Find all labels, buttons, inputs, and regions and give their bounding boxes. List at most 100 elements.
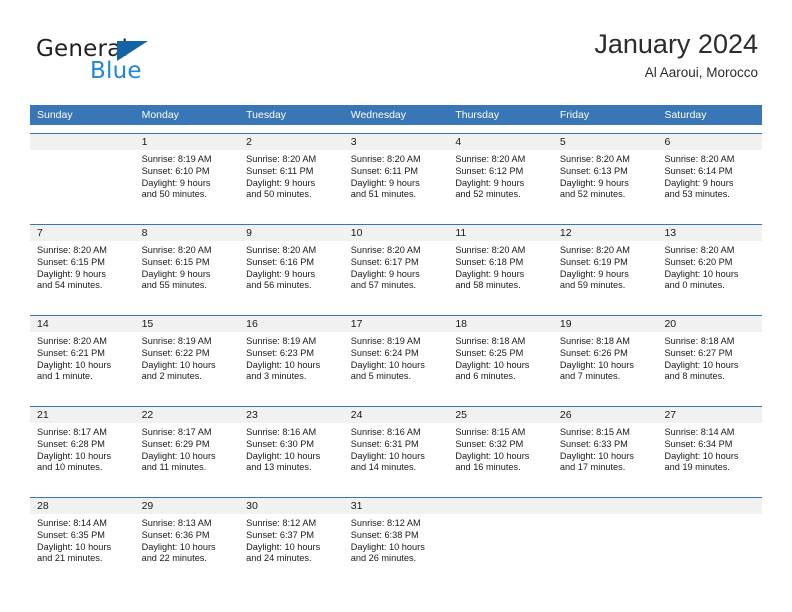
day-cell[interactable]: [448, 514, 553, 580]
daylight-text-line2: and 56 minutes.: [246, 280, 312, 291]
day-number[interactable]: 14: [30, 316, 135, 332]
day-number[interactable]: 27: [657, 407, 762, 423]
sunset-text: Sunset: 6:21 PM: [37, 347, 105, 358]
sunset-text: Sunset: 6:23 PM: [246, 347, 315, 358]
daylight-text-line1: Daylight: 9 hours: [559, 268, 629, 279]
day-cell[interactable]: Sunrise: 8:19 AM Sunset: 6:23 PM Dayligh…: [239, 332, 344, 398]
day-number[interactable]: 2: [239, 134, 344, 150]
day-cell[interactable]: Sunrise: 8:18 AM Sunset: 6:25 PM Dayligh…: [448, 332, 553, 398]
sunset-text: Sunset: 6:15 PM: [141, 256, 210, 267]
sunrise-text: Sunrise: 8:19 AM: [141, 154, 212, 164]
day-cell[interactable]: Sunrise: 8:20 AM Sunset: 6:14 PM Dayligh…: [657, 150, 762, 216]
daylight-text-line1: Daylight: 9 hours: [455, 268, 525, 279]
day-cell[interactable]: Sunrise: 8:19 AM Sunset: 6:22 PM Dayligh…: [135, 332, 240, 398]
day-number[interactable]: 4: [448, 134, 553, 150]
day-number[interactable]: 26: [553, 407, 658, 423]
page-title: January 2024: [594, 29, 758, 59]
day-number[interactable]: 16: [239, 316, 344, 332]
day-cell[interactable]: Sunrise: 8:14 AM Sunset: 6:35 PM Dayligh…: [30, 514, 135, 580]
day-number[interactable]: 19: [553, 316, 658, 332]
day-number[interactable]: 20: [657, 316, 762, 332]
day-cell[interactable]: Sunrise: 8:18 AM Sunset: 6:26 PM Dayligh…: [553, 332, 658, 398]
day-cell[interactable]: [30, 150, 135, 216]
day-number[interactable]: [657, 498, 762, 514]
day-number[interactable]: 15: [135, 316, 240, 332]
day-number[interactable]: 23: [239, 407, 344, 423]
day-cell[interactable]: Sunrise: 8:20 AM Sunset: 6:15 PM Dayligh…: [30, 241, 135, 307]
day-number[interactable]: [553, 498, 658, 514]
day-cell[interactable]: Sunrise: 8:20 AM Sunset: 6:11 PM Dayligh…: [239, 150, 344, 216]
sunrise-text: Sunrise: 8:19 AM: [350, 336, 421, 346]
daylight-text-line2: and 7 minutes.: [559, 371, 621, 382]
day-number[interactable]: 22: [135, 407, 240, 423]
sunset-text: Sunset: 6:35 PM: [37, 529, 105, 540]
daylight-text-line2: and 5 minutes.: [350, 371, 412, 382]
day-cell[interactable]: Sunrise: 8:20 AM Sunset: 6:12 PM Dayligh…: [448, 150, 553, 216]
day-number[interactable]: 10: [344, 225, 449, 241]
day-cell[interactable]: [657, 514, 762, 580]
day-cell[interactable]: Sunrise: 8:19 AM Sunset: 6:10 PM Dayligh…: [135, 150, 240, 216]
day-number[interactable]: 29: [135, 498, 240, 514]
daylight-text-line1: Daylight: 9 hours: [141, 268, 211, 279]
general-blue-logo[interactable]: General Blue: [36, 36, 256, 92]
daylight-text-line2: and 50 minutes.: [246, 189, 312, 200]
day-number[interactable]: [448, 498, 553, 514]
day-number[interactable]: 31: [344, 498, 449, 514]
daylight-text-line1: Daylight: 10 hours: [37, 450, 112, 461]
day-cell[interactable]: Sunrise: 8:20 AM Sunset: 6:21 PM Dayligh…: [30, 332, 135, 398]
day-cell[interactable]: Sunrise: 8:20 AM Sunset: 6:19 PM Dayligh…: [553, 241, 658, 307]
day-cell[interactable]: Sunrise: 8:16 AM Sunset: 6:31 PM Dayligh…: [344, 423, 449, 489]
calendar-grid: Sunday Monday Tuesday Wednesday Thursday…: [30, 105, 762, 580]
day-cell[interactable]: [553, 514, 658, 580]
sunset-text: Sunset: 6:27 PM: [664, 347, 733, 358]
day-number[interactable]: 9: [239, 225, 344, 241]
sunset-text: Sunset: 6:12 PM: [455, 165, 524, 176]
day-number[interactable]: 7: [30, 225, 135, 241]
day-cell[interactable]: Sunrise: 8:19 AM Sunset: 6:24 PM Dayligh…: [344, 332, 449, 398]
day-cell[interactable]: Sunrise: 8:20 AM Sunset: 6:15 PM Dayligh…: [135, 241, 240, 307]
day-number[interactable]: 12: [553, 225, 658, 241]
day-number[interactable]: 25: [448, 407, 553, 423]
daylight-text-line1: Daylight: 10 hours: [350, 450, 425, 461]
day-cell[interactable]: Sunrise: 8:12 AM Sunset: 6:37 PM Dayligh…: [239, 514, 344, 580]
day-number[interactable]: 1: [135, 134, 240, 150]
day-cell[interactable]: Sunrise: 8:20 AM Sunset: 6:11 PM Dayligh…: [344, 150, 449, 216]
day-number[interactable]: 6: [657, 134, 762, 150]
day-number[interactable]: 28: [30, 498, 135, 514]
day-number[interactable]: 5: [553, 134, 658, 150]
sunrise-text: Sunrise: 8:15 AM: [559, 427, 630, 437]
day-number[interactable]: 24: [344, 407, 449, 423]
daylight-text-line1: Daylight: 9 hours: [350, 268, 420, 279]
daylight-text-line2: and 13 minutes.: [246, 462, 312, 473]
day-cell[interactable]: Sunrise: 8:14 AM Sunset: 6:34 PM Dayligh…: [657, 423, 762, 489]
day-number[interactable]: 18: [448, 316, 553, 332]
day-number[interactable]: 13: [657, 225, 762, 241]
day-cell[interactable]: Sunrise: 8:15 AM Sunset: 6:32 PM Dayligh…: [448, 423, 553, 489]
sunrise-text: Sunrise: 8:20 AM: [455, 245, 526, 255]
day-number[interactable]: [30, 134, 135, 150]
day-cell[interactable]: Sunrise: 8:20 AM Sunset: 6:18 PM Dayligh…: [448, 241, 553, 307]
weekday-header-row: Sunday Monday Tuesday Wednesday Thursday…: [30, 105, 762, 125]
day-cell[interactable]: Sunrise: 8:20 AM Sunset: 6:20 PM Dayligh…: [657, 241, 762, 307]
day-number[interactable]: 30: [239, 498, 344, 514]
day-cell[interactable]: Sunrise: 8:16 AM Sunset: 6:30 PM Dayligh…: [239, 423, 344, 489]
week-date-band: 28 29 30 31: [30, 498, 762, 514]
daylight-text-line1: Daylight: 10 hours: [455, 450, 530, 461]
day-cell[interactable]: Sunrise: 8:20 AM Sunset: 6:16 PM Dayligh…: [239, 241, 344, 307]
day-cell[interactable]: Sunrise: 8:20 AM Sunset: 6:13 PM Dayligh…: [553, 150, 658, 216]
day-cell[interactable]: Sunrise: 8:15 AM Sunset: 6:33 PM Dayligh…: [553, 423, 658, 489]
day-cell[interactable]: Sunrise: 8:12 AM Sunset: 6:38 PM Dayligh…: [344, 514, 449, 580]
day-cell[interactable]: Sunrise: 8:18 AM Sunset: 6:27 PM Dayligh…: [657, 332, 762, 398]
day-number[interactable]: 17: [344, 316, 449, 332]
day-number[interactable]: 3: [344, 134, 449, 150]
day-number[interactable]: 11: [448, 225, 553, 241]
sunset-text: Sunset: 6:19 PM: [559, 256, 628, 267]
sunset-text: Sunset: 6:33 PM: [559, 438, 628, 449]
day-cell[interactable]: Sunrise: 8:17 AM Sunset: 6:28 PM Dayligh…: [30, 423, 135, 489]
day-number[interactable]: 8: [135, 225, 240, 241]
day-number[interactable]: 21: [30, 407, 135, 423]
week-row: 14 15 16 17 18 19 20 Sunrise: 8:20 AM Su…: [30, 315, 762, 398]
day-cell[interactable]: Sunrise: 8:20 AM Sunset: 6:17 PM Dayligh…: [344, 241, 449, 307]
day-cell[interactable]: Sunrise: 8:13 AM Sunset: 6:36 PM Dayligh…: [135, 514, 240, 580]
day-cell[interactable]: Sunrise: 8:17 AM Sunset: 6:29 PM Dayligh…: [135, 423, 240, 489]
